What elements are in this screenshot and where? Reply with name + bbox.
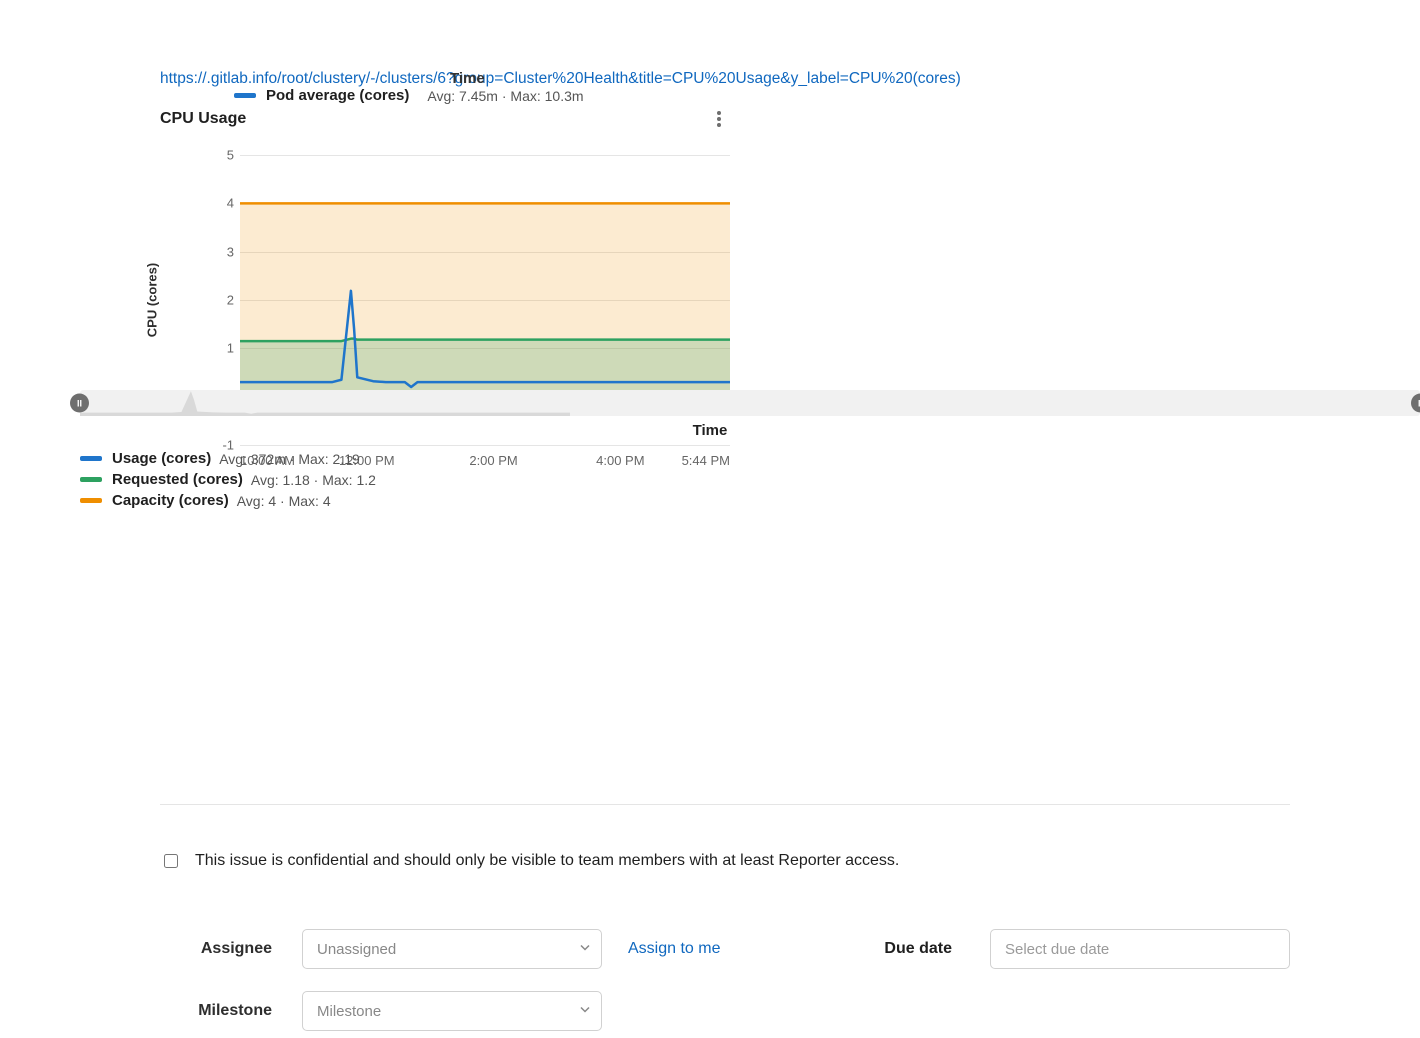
chart-ytick: 4 (227, 196, 240, 211)
legend-item[interactable]: Usage (cores) Avg: 372m · Max: 2.19 (80, 450, 376, 467)
milestone-label: Milestone (160, 1002, 272, 1020)
legend-item[interactable]: Capacity (cores) Avg: 4 · Max: 4 (80, 492, 376, 509)
legend-series-stats: Avg: 372m · Max: 2.19 (219, 451, 360, 467)
milestone-select-value: Milestone (317, 1003, 381, 1020)
chart-xtick: 2:00 PM (469, 453, 517, 468)
chart-xlabel: Time (0, 422, 1420, 439)
legend-swatch-icon (234, 93, 256, 98)
due-date-label: Due date (884, 940, 964, 958)
confidential-checkbox[interactable] (164, 854, 178, 868)
cpu-usage-chart: CPU Usage CPU (cores) -1012345 10:00 AM1… (160, 108, 730, 445)
chart-xtick: 5:44 PM (682, 453, 730, 468)
chart-ytick: 2 (227, 293, 240, 308)
prev-chart-legend-stats: Avg: 7.45m · Max: 10.3m (427, 88, 583, 104)
legend-series-name: Requested (cores) (112, 471, 243, 488)
legend-series-name: Capacity (cores) (112, 492, 229, 509)
assignee-select-value: Unassigned (317, 941, 396, 958)
legend-swatch-icon (80, 456, 102, 461)
assignee-label: Assignee (160, 940, 272, 958)
chart-ylabel: CPU (cores) (145, 263, 160, 337)
chart-source-link[interactable]: https://.gitlab.info/root/clustery/-/clu… (160, 70, 1290, 88)
prev-chart-legend-name: Pod average (cores) (266, 87, 409, 104)
chevron-down-icon (579, 941, 591, 958)
legend-series-name: Usage (cores) (112, 450, 211, 467)
chart-time-scrubber[interactable]: II II (80, 390, 1420, 416)
assignee-select[interactable]: Unassigned (302, 929, 602, 969)
milestone-select[interactable]: Milestone (302, 991, 602, 1031)
legend-swatch-icon (80, 477, 102, 482)
chevron-down-icon (579, 1003, 591, 1020)
chart-title: CPU Usage (160, 110, 246, 128)
legend-series-stats: Avg: 4 · Max: 4 (237, 493, 331, 509)
chart-menu-kebab-icon[interactable] (708, 108, 730, 130)
prev-chart-time-label: Time (450, 70, 485, 87)
confidential-checkbox-row[interactable]: This issue is confidential and should on… (160, 851, 1290, 871)
confidential-label: This issue is confidential and should on… (195, 852, 899, 870)
chart-legend: Usage (cores) Avg: 372m · Max: 2.19 Reques… (80, 446, 376, 509)
legend-series-stats: Avg: 1.18 · Max: 1.2 (251, 472, 376, 488)
assign-to-me-link[interactable]: Assign to me (628, 940, 720, 958)
chart-ytick: 3 (227, 244, 240, 259)
legend-item[interactable]: Requested (cores) Avg: 1.18 · Max: 1.2 (80, 471, 376, 488)
chart-ytick: 5 (227, 148, 240, 163)
prev-chart-legend: Pod average (cores) Avg: 7.45m · Max: 10… (234, 87, 584, 104)
legend-swatch-icon (80, 498, 102, 503)
chart-xtick: 4:00 PM (596, 453, 644, 468)
due-date-input[interactable] (990, 929, 1290, 969)
scrubber-handle-left[interactable]: II (70, 394, 89, 413)
chart-ytick: 1 (227, 341, 240, 356)
